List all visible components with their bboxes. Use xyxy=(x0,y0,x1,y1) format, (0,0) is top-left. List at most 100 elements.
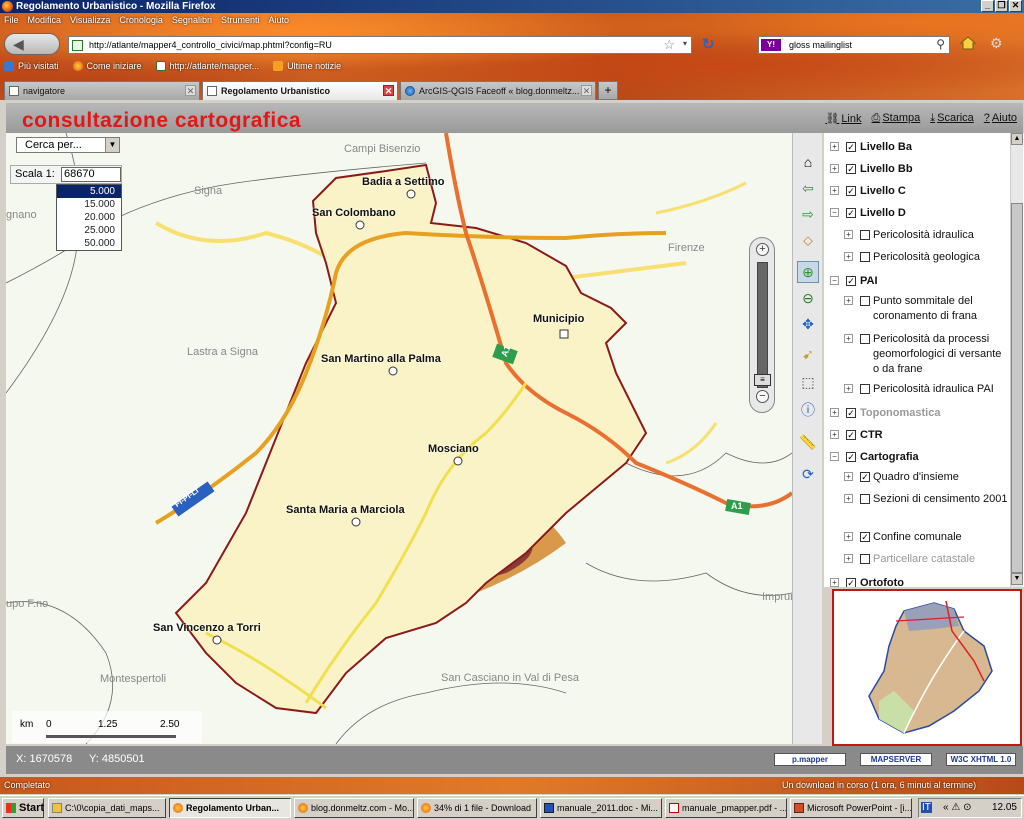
new-tab-button[interactable]: + xyxy=(598,81,618,100)
layer-checkbox[interactable]: ✓ xyxy=(846,164,856,174)
expand-toggle-icon[interactable]: + xyxy=(830,142,839,151)
bookmark-most-visited[interactable]: Più visitati xyxy=(4,61,59,71)
expand-toggle-icon[interactable]: + xyxy=(830,408,839,417)
layer-checkbox[interactable]: ✓ xyxy=(846,452,856,462)
menu-strumenti[interactable]: Strumenti xyxy=(221,15,260,25)
menu-modifica[interactable]: Modifica xyxy=(28,15,62,25)
bookmark-getting-started[interactable]: Come iniziare xyxy=(72,61,142,71)
expand-toggle-icon[interactable]: + xyxy=(830,186,839,195)
close-window-button[interactable]: ✕ xyxy=(1009,0,1022,12)
search-bar[interactable]: Y! gloss mailinglist ⚲ xyxy=(758,36,950,54)
identify-icon[interactable]: ➹ xyxy=(797,343,819,365)
layer-checkbox[interactable] xyxy=(860,252,870,262)
tab-navigatore[interactable]: navigatore ✕ xyxy=(4,81,200,100)
tree-node-icon[interactable]: + xyxy=(844,230,853,239)
layer-checkbox[interactable]: ✓ xyxy=(860,472,870,482)
tree-node-icon[interactable]: + xyxy=(844,532,853,541)
zoom-track[interactable] xyxy=(757,262,768,388)
taskbar-pdf[interactable]: manuale_pmapper.pdf - ... xyxy=(665,798,787,818)
tray-icons[interactable]: « ⚠ ⊙ xyxy=(943,802,971,813)
pan-icon[interactable]: ✥ xyxy=(797,313,819,335)
taskbar-powerpoint[interactable]: Microsoft PowerPoint - [i... xyxy=(790,798,912,818)
menu-aiuto[interactable]: Aiuto xyxy=(268,15,289,25)
tab-close-icon[interactable]: ✕ xyxy=(185,85,196,96)
tab-regolamento[interactable]: Regolamento Urbanistico ✕ xyxy=(202,81,398,100)
chevron-down-icon[interactable]: ▼ xyxy=(105,138,119,152)
language-indicator[interactable]: IT xyxy=(921,802,932,813)
layer-checkbox[interactable]: ✓ xyxy=(846,408,856,418)
scale-dropdown-list[interactable]: 5.000 15.000 20.000 25.000 50.000 xyxy=(56,184,122,251)
zoom-in-tool-icon[interactable]: ⊕ xyxy=(797,261,819,283)
scroll-up-icon[interactable]: ▲ xyxy=(1011,133,1023,145)
w3c-badge[interactable]: W3C XHTML 1.0 xyxy=(946,753,1016,766)
layer-checkbox[interactable] xyxy=(860,230,870,240)
scroll-thumb[interactable] xyxy=(1011,203,1023,573)
reload-icon[interactable]: ↻ xyxy=(702,35,715,53)
scale-option[interactable]: 5.000 xyxy=(57,185,121,198)
minimize-button[interactable]: _ xyxy=(981,0,994,12)
link-stampa[interactable]: ⎙ Stampa xyxy=(872,112,921,125)
download-status[interactable]: Un download in corso (1 ora, 6 minuti al… xyxy=(782,780,976,790)
layer-checkbox[interactable]: ✓ xyxy=(846,276,856,286)
expand-toggle-icon[interactable]: − xyxy=(830,452,839,461)
link-aiuto[interactable]: ? Aiuto xyxy=(984,112,1017,125)
tree-node-icon[interactable]: + xyxy=(844,384,853,393)
link-scarica[interactable]: ⤓ Scarica xyxy=(930,112,974,125)
layer-tree-scrollbar[interactable]: ▲ ▼ xyxy=(1010,133,1023,587)
layer-checkbox[interactable]: ✓ xyxy=(860,532,870,542)
scroll-down-icon[interactable]: ▼ xyxy=(1011,573,1023,585)
tree-node-icon[interactable]: + xyxy=(844,494,853,503)
home-icon[interactable] xyxy=(960,35,976,51)
forward-extent-icon[interactable]: ⇨ xyxy=(797,203,819,225)
back-extent-icon[interactable]: ⇦ xyxy=(797,177,819,199)
tree-node-icon[interactable]: + xyxy=(844,554,853,563)
refresh-icon[interactable]: ⟳ xyxy=(797,463,819,485)
addon-icon[interactable]: ⚙ xyxy=(990,35,1003,52)
taskbar-firefox-blog[interactable]: blog.donmeltz.com - Mo... xyxy=(294,798,414,818)
yahoo-engine-icon[interactable]: Y! xyxy=(761,39,781,51)
bookmark-atlante[interactable]: http://atlante/mapper... xyxy=(155,61,259,71)
url-dropdown-icon[interactable]: ▾ xyxy=(683,39,687,48)
measure-icon[interactable]: 📏 xyxy=(797,431,819,453)
start-button[interactable]: Start xyxy=(2,798,44,818)
map-canvas[interactable]: Campi Bisenzio Signa gnano Firenze Lastr… xyxy=(6,133,792,744)
tree-node-icon[interactable]: + xyxy=(844,296,853,305)
menu-file[interactable]: File xyxy=(4,15,19,25)
expand-toggle-icon[interactable]: − xyxy=(830,276,839,285)
scale-option[interactable]: 25.000 xyxy=(57,224,121,237)
scale-option[interactable]: 50.000 xyxy=(57,237,121,250)
restore-button[interactable]: ❐ xyxy=(995,0,1008,12)
search-icon[interactable]: ⚲ xyxy=(936,37,945,51)
mapserver-badge[interactable]: MAPSERVER xyxy=(860,753,932,766)
layer-checkbox[interactable] xyxy=(860,494,870,504)
layer-checkbox[interactable]: ✓ xyxy=(846,578,856,587)
menu-visualizza[interactable]: Visualizza xyxy=(70,15,110,25)
bookmark-news[interactable]: Ultime notizie xyxy=(273,61,341,71)
tab-arcgis-qgis[interactable]: ArcGIS-QGIS Faceoff « blog.donmeltz... ✕ xyxy=(400,81,596,100)
tree-node-icon[interactable]: + xyxy=(844,252,853,261)
scale-option[interactable]: 15.000 xyxy=(57,198,121,211)
expand-toggle-icon[interactable]: + xyxy=(830,430,839,439)
link-link[interactable]: ⛓ Link xyxy=(825,112,861,125)
tree-node-icon[interactable]: + xyxy=(844,334,853,343)
menu-segnalibri[interactable]: Segnalibri xyxy=(172,15,212,25)
layer-checkbox[interactable]: ✓ xyxy=(846,142,856,152)
scale-input[interactable]: 68670 xyxy=(61,167,121,182)
expand-toggle-icon[interactable]: + xyxy=(830,164,839,173)
layer-checkbox[interactable] xyxy=(860,554,870,564)
scale-option[interactable]: 20.000 xyxy=(57,211,121,224)
home-extent-icon[interactable]: ⌂ xyxy=(797,151,819,173)
zoom-in-icon[interactable]: + xyxy=(756,243,769,256)
taskbar-word[interactable]: manuale_2011.doc - Mi... xyxy=(540,798,662,818)
layer-checkbox[interactable]: ✓ xyxy=(846,186,856,196)
zoom-out-icon[interactable]: − xyxy=(756,390,769,403)
tab-close-icon[interactable]: ✕ xyxy=(581,85,592,96)
overview-map[interactable] xyxy=(832,589,1022,746)
taskbar-explorer[interactable]: C:\0\copia_dati_maps... xyxy=(48,798,166,818)
layer-checkbox[interactable] xyxy=(860,334,870,344)
layer-checkbox[interactable]: ✓ xyxy=(846,208,856,218)
zoom-selection-icon[interactable]: ⬦ xyxy=(797,229,819,251)
url-bar[interactable]: http://atlante/mapper4_controllo_civici/… xyxy=(68,36,692,54)
tab-close-icon[interactable]: ✕ xyxy=(383,85,394,96)
info-icon[interactable]: ⓘ xyxy=(797,399,819,421)
